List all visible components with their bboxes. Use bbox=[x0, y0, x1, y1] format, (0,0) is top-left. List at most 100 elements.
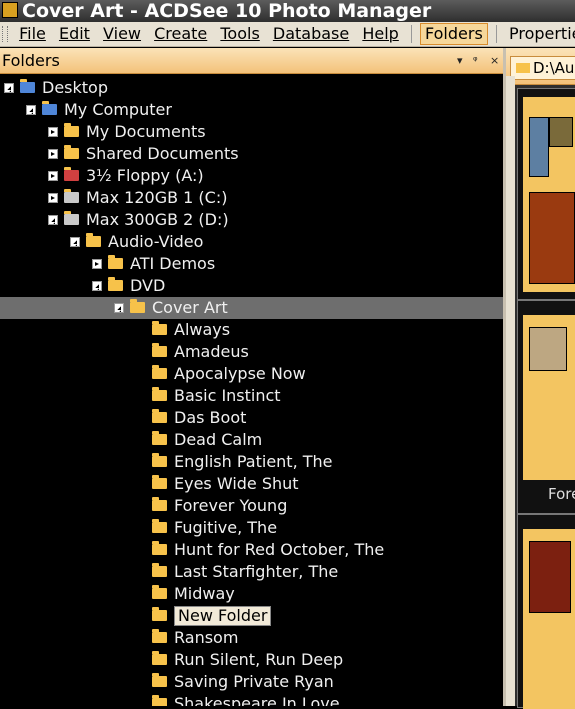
menu-tools[interactable]: Tools bbox=[216, 22, 263, 46]
tree-node[interactable]: Hunt for Red October, The bbox=[0, 539, 503, 561]
cover-art-image bbox=[529, 327, 567, 371]
tree-node[interactable]: English Patient, The bbox=[0, 451, 503, 473]
menu-file[interactable]: File bbox=[15, 22, 50, 46]
folder-icon bbox=[152, 475, 167, 489]
folder-icon bbox=[152, 431, 167, 445]
folder-icon bbox=[108, 255, 123, 269]
panel-menu-icon[interactable]: ▾ bbox=[457, 48, 463, 73]
tree-node-label: Hunt for Red October, The bbox=[174, 540, 385, 559]
tree-node-label: Basic Instinct bbox=[174, 386, 281, 405]
thumbnail-item[interactable]: Fore bbox=[517, 300, 575, 514]
tree-node[interactable]: My Documents bbox=[0, 121, 503, 143]
collapse-toggle-icon[interactable] bbox=[48, 215, 58, 225]
panel-close-icon[interactable]: × bbox=[490, 48, 499, 73]
tree-node-label: Amadeus bbox=[174, 342, 249, 361]
tree-node-label: Eyes Wide Shut bbox=[174, 474, 299, 493]
tree-node-label: Apocalypse Now bbox=[174, 364, 306, 383]
tree-node-label: Ransom bbox=[174, 628, 239, 647]
acdsee-app-icon bbox=[2, 2, 18, 18]
expand-toggle-icon[interactable] bbox=[48, 171, 58, 181]
folder-icon bbox=[152, 695, 167, 706]
expand-toggle-icon[interactable] bbox=[92, 259, 102, 269]
path-tab[interactable]: D:\Au bbox=[510, 56, 575, 80]
tree-node[interactable]: New Folder bbox=[0, 605, 503, 627]
tree-node[interactable]: My Computer bbox=[0, 99, 503, 121]
folder-icon bbox=[86, 233, 101, 247]
tree-node-label: Desktop bbox=[42, 78, 108, 97]
tree-node[interactable]: Audio-Video bbox=[0, 231, 503, 253]
tree-node[interactable]: Amadeus bbox=[0, 341, 503, 363]
toolbar-grip-icon[interactable] bbox=[2, 26, 8, 42]
menu-database[interactable]: Database bbox=[269, 22, 353, 46]
collapse-toggle-icon[interactable] bbox=[26, 105, 36, 115]
tree-node-label: Shakespeare In Love bbox=[174, 694, 340, 706]
folder-icon bbox=[152, 541, 167, 555]
floppy-icon bbox=[64, 167, 79, 181]
tree-node[interactable]: Forever Young bbox=[0, 495, 503, 517]
folder-icon bbox=[152, 651, 167, 665]
tree-node[interactable]: Max 120GB 1 (C:) bbox=[0, 187, 503, 209]
folder-icon bbox=[152, 409, 167, 423]
folder-thumbnail-icon bbox=[523, 97, 575, 292]
tree-node-label: Max 300GB 2 (D:) bbox=[86, 210, 229, 229]
tree-node[interactable]: Apocalypse Now bbox=[0, 363, 503, 385]
expand-toggle-icon[interactable] bbox=[48, 127, 58, 137]
path-tab-label: D:\Au bbox=[533, 59, 575, 77]
rename-input[interactable]: New Folder bbox=[174, 606, 272, 626]
folder-icon bbox=[152, 607, 167, 621]
tree-node[interactable]: Desktop bbox=[0, 77, 503, 99]
folder-icon bbox=[152, 343, 167, 357]
tree-node-label: Saving Private Ryan bbox=[174, 672, 334, 691]
collapse-toggle-icon[interactable] bbox=[92, 281, 102, 291]
drive-icon bbox=[64, 211, 79, 225]
tree-node[interactable]: Ransom bbox=[0, 627, 503, 649]
menu-create[interactable]: Create bbox=[150, 22, 211, 46]
panel-pin-icon[interactable]: ᵠ bbox=[473, 48, 478, 73]
folders-panel-title: Folders bbox=[2, 51, 60, 70]
cover-art-image bbox=[529, 117, 549, 177]
collapse-toggle-icon[interactable] bbox=[4, 83, 14, 93]
tree-node-label: Midway bbox=[174, 584, 235, 603]
menu-help[interactable]: Help bbox=[358, 22, 402, 46]
tree-node[interactable]: DVD bbox=[0, 275, 503, 297]
tree-node[interactable]: Cover Art bbox=[0, 297, 503, 319]
properties-pane-button[interactable]: Properties bbox=[505, 22, 575, 46]
left-scrollbar[interactable] bbox=[506, 76, 515, 706]
tree-node-label: DVD bbox=[130, 276, 166, 295]
tree-node-label: 3½ Floppy (A:) bbox=[86, 166, 204, 185]
tree-node[interactable]: Eyes Wide Shut bbox=[0, 473, 503, 495]
expand-toggle-icon[interactable] bbox=[48, 149, 58, 159]
tree-node[interactable]: 3½ Floppy (A:) bbox=[0, 165, 503, 187]
folder-tree[interactable]: Desktop My Computer My Documents Shared Doc… bbox=[0, 76, 503, 706]
collapse-toggle-icon[interactable] bbox=[70, 237, 80, 247]
tree-node[interactable]: Run Silent, Run Deep bbox=[0, 649, 503, 671]
expand-toggle-icon[interactable] bbox=[48, 193, 58, 203]
tree-node[interactable]: ATI Demos bbox=[0, 253, 503, 275]
tree-node[interactable]: Last Starfighter, The bbox=[0, 561, 503, 583]
folder-icon bbox=[152, 365, 167, 379]
folder-icon bbox=[108, 277, 123, 291]
tree-node[interactable]: Das Boot bbox=[0, 407, 503, 429]
menu-view[interactable]: View bbox=[99, 22, 145, 46]
folder-icon bbox=[152, 585, 167, 599]
window-title-bar: Cover Art - ACDSee 10 Photo Manager bbox=[0, 0, 575, 22]
thumbnail-item[interactable] bbox=[517, 88, 575, 300]
menu-edit[interactable]: Edit bbox=[55, 22, 94, 46]
tree-node[interactable]: Saving Private Ryan bbox=[0, 671, 503, 693]
tree-node-label: Audio-Video bbox=[108, 232, 204, 251]
tree-node[interactable]: Fugitive, The bbox=[0, 517, 503, 539]
folders-pane-button[interactable]: Folders bbox=[420, 23, 488, 45]
tree-node[interactable]: Max 300GB 2 (D:) bbox=[0, 209, 503, 231]
tree-node[interactable]: Always bbox=[0, 319, 503, 341]
tree-node[interactable]: Dead Calm bbox=[0, 429, 503, 451]
thumbnail-item[interactable] bbox=[517, 514, 575, 709]
tree-node[interactable]: Midway bbox=[0, 583, 503, 605]
folder-thumbnail-icon bbox=[523, 529, 575, 709]
tree-node-label: English Patient, The bbox=[174, 452, 333, 471]
tree-node[interactable]: Shakespeare In Love bbox=[0, 693, 503, 706]
tree-node[interactable]: Basic Instinct bbox=[0, 385, 503, 407]
folder-open-icon bbox=[130, 299, 145, 313]
tree-node[interactable]: Shared Documents bbox=[0, 143, 503, 165]
collapse-toggle-icon[interactable] bbox=[114, 303, 124, 313]
tree-node-label: My Computer bbox=[64, 100, 172, 119]
